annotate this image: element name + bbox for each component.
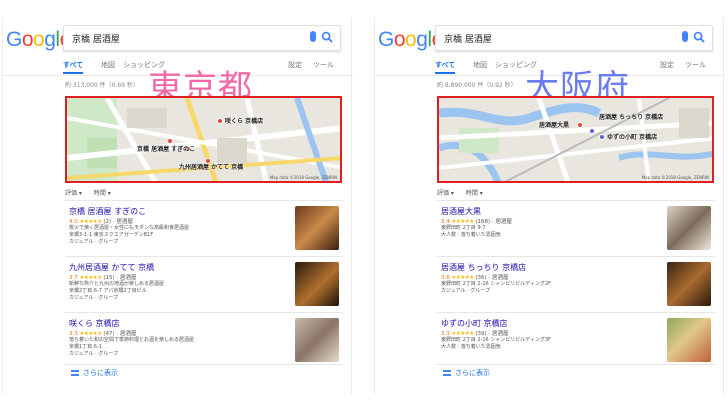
divider [65, 312, 343, 313]
divider [65, 364, 343, 365]
divider [437, 256, 715, 257]
search-panel-tokyo: Google 京橋 居酒屋 すべて 地図 ショッピング 設定 ツール 約 313… [2, 18, 353, 394]
result-rating: 3.3 ★★★★★ (39) · 居酒屋 [441, 331, 509, 337]
result-rating: 4.0 ★★★★★ (2) · 居酒屋 [69, 219, 133, 225]
result-thumbnail[interactable] [667, 206, 711, 250]
result-thumbnail[interactable] [667, 318, 711, 362]
filter-hours[interactable]: 時間 ▾ [466, 190, 483, 197]
list-item[interactable]: 居酒屋大黒 3.4 ★★★★★ (168) · 居酒屋 東野田町 2丁目 9-7… [437, 206, 715, 252]
divider [65, 256, 343, 257]
list-item[interactable]: 九州居酒屋 かてて 京橋 3.7 ★★★★★ (15) · 居酒屋 新鮮な魚介と… [65, 262, 343, 308]
result-rating: 3.6 ★★★★★ (36) · 居酒屋 [441, 275, 509, 281]
result-details: 炭火で焼く居酒屋・女性にもモダンな高級和食居酒屋 京橋3-1-1 東京スクエアガー… [69, 225, 190, 245]
filter-bar: 評価 ▾ 時間 ▾ [437, 188, 493, 197]
result-rating: 3.7 ★★★★★ (15) · 居酒屋 [69, 275, 137, 281]
tab-tools[interactable]: ツール [685, 60, 706, 70]
result-details: 東野田町 2丁目 2-16 シャンピリビルディング2F カジュアル · グループ [441, 281, 552, 294]
result-rating: 3.3 ★★★★★ (47) · 居酒屋 [69, 331, 137, 337]
result-name[interactable]: 居酒屋 ちっちり 京橋店 [441, 262, 526, 273]
result-details: 新鮮な魚介と九州の地酒が楽しめる居酒屋 京橋2丁目 6-7 アパ京橋2丁目ビル カジ… [69, 281, 165, 301]
list-item[interactable]: 咲くら 京橋店 3.3 ★★★★★ (47) · 居酒屋 落ち着いた和の空間で季… [65, 318, 343, 364]
search-input[interactable]: 京橋 居酒屋 [444, 32, 492, 45]
search-panel-osaka: Google 京橋 居酒屋 すべて 地図 ショッピング 設定 ツール 約 8,8… [374, 18, 725, 394]
result-stats: 約 313,000 件（0.69 秒） [65, 82, 139, 89]
divider [437, 312, 715, 313]
tab-settings[interactable]: 設定 [660, 60, 674, 70]
map-attribution: Map data ©2018 Google, ZENRIN [641, 175, 709, 180]
filter-rating[interactable]: 評価 ▾ [437, 190, 454, 197]
result-name[interactable]: 九州居酒屋 かてて 京橋 [69, 262, 154, 273]
list-icon [71, 370, 79, 376]
microphone-icon[interactable] [310, 31, 316, 42]
more-results-link[interactable]: さらに表示 [443, 368, 490, 378]
map-pin-label: 居酒屋 ちっちり 京橋店 [599, 114, 664, 121]
search-input[interactable]: 京橋 居酒屋 [72, 32, 120, 45]
filter-rating[interactable]: 評価 ▾ [65, 190, 82, 197]
local-map[interactable]: 咲くら 京橋店 京橋 居酒屋 すぎのこ 九州居酒屋 かてて 京橋 Map dat… [65, 96, 342, 183]
search-icon[interactable] [321, 31, 334, 44]
tab-tools[interactable]: ツール [313, 60, 334, 70]
filter-bar: 評価 ▾ 時間 ▾ [65, 188, 121, 197]
search-icon[interactable] [693, 31, 706, 44]
list-icon [443, 370, 451, 376]
map-pin-label: 京橋 居酒屋 すぎのこ [137, 146, 196, 153]
map-pin[interactable] [577, 122, 583, 128]
divider [437, 200, 715, 201]
local-map[interactable]: 居酒屋大黒 居酒屋 ちっちり 京橋店 ゆずの小町 京橋店 Map data ©2… [437, 96, 714, 183]
tab-settings[interactable]: 設定 [288, 60, 302, 70]
active-tab-indicator [435, 72, 455, 74]
result-thumbnail[interactable] [667, 262, 711, 306]
list-item[interactable]: 居酒屋 ちっちり 京橋店 3.6 ★★★★★ (36) · 居酒屋 東野田町 2… [437, 262, 715, 308]
map-attribution: Map data ©2018 Google, ZENRIN [269, 175, 337, 180]
search-box[interactable]: 京橋 居酒屋 [63, 25, 341, 51]
result-details: 東野田町 2丁目 2-16 シャンピリビルディング3F 大人数 · 落ち着いた雰囲… [441, 337, 552, 350]
search-box[interactable]: 京橋 居酒屋 [435, 25, 713, 51]
map-pin-label: 咲くら 京橋店 [225, 118, 264, 125]
tab-all[interactable]: すべて [63, 60, 83, 70]
result-name[interactable]: 京橋 居酒屋 すぎのこ [69, 206, 146, 217]
tab-maps[interactable]: 地図 [473, 60, 487, 70]
active-tab-indicator [63, 72, 83, 74]
filter-hours[interactable]: 時間 ▾ [94, 190, 111, 197]
result-name[interactable]: ゆずの小町 京橋店 [441, 318, 508, 329]
map-pin-label: 居酒屋大黒 [539, 122, 570, 129]
result-name[interactable]: 咲くら 京橋店 [69, 318, 120, 329]
microphone-icon[interactable] [682, 31, 688, 42]
result-rating: 3.4 ★★★★★ (168) · 居酒屋 [441, 219, 512, 225]
map-pin-label: ゆずの小町 京橋店 [607, 134, 658, 141]
result-name[interactable]: 居酒屋大黒 [441, 206, 481, 217]
result-thumbnail[interactable] [295, 262, 339, 306]
result-thumbnail[interactable] [295, 206, 339, 250]
map-pin[interactable] [217, 118, 223, 124]
google-logo[interactable]: Google [378, 28, 443, 52]
result-details: 落ち着いた和の空間で季節料理とお酒を楽しめる居酒屋 京橋1丁目 6-1 カジュアル … [69, 337, 195, 357]
map-pin-label: 九州居酒屋 かてて 京橋 [179, 164, 244, 171]
google-logo[interactable]: Google [6, 28, 71, 52]
more-results-link[interactable]: さらに表示 [71, 368, 118, 378]
tab-all[interactable]: すべて [435, 60, 455, 70]
map-pin[interactable] [599, 134, 605, 140]
result-stats: 約 8,890,000 件（0.92 秒） [437, 82, 517, 89]
divider [437, 364, 715, 365]
list-item[interactable]: ゆずの小町 京橋店 3.3 ★★★★★ (39) · 居酒屋 東野田町 2丁目 … [437, 318, 715, 364]
tab-maps[interactable]: 地図 [101, 60, 115, 70]
map-graphic [439, 98, 712, 181]
result-details: 東野田町 2丁目 9-7 大人数 · 落ち着いた雰囲気 [441, 225, 501, 238]
map-pin[interactable] [589, 128, 595, 134]
result-thumbnail[interactable] [295, 318, 339, 362]
divider [65, 200, 343, 201]
list-item[interactable]: 京橋 居酒屋 すぎのこ 4.0 ★★★★★ (2) · 居酒屋 炭火で焼く居酒屋… [65, 206, 343, 252]
